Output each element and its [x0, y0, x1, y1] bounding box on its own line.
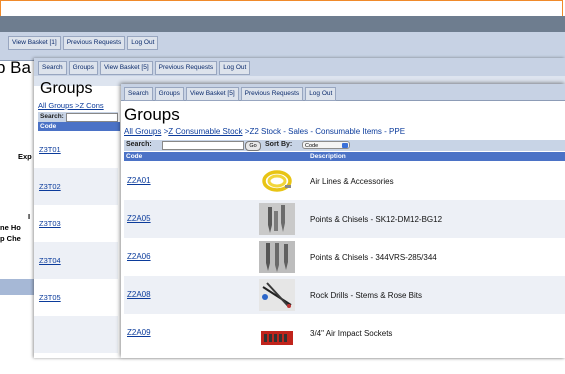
search-label: Search: — [126, 141, 152, 148]
table-row[interactable]: Z2A05 Points & Chisels - SK12-DM12-BG12 — [124, 200, 565, 238]
code-column-header: Code — [126, 153, 143, 160]
previous-requests-button[interactable]: Previous Requests — [240, 87, 304, 101]
breadcrumb: All Groups >Z Consumable Stock >Z2 Stock… — [124, 127, 405, 136]
table-row[interactable]: Z2A08 Rock Drills - Stems & Rose Bits — [124, 276, 565, 314]
middle-window-nav: Search Groups View Basket [5] Previous R… — [38, 61, 251, 75]
back-window-sidebar: Exp I ne Ho p Che — [0, 74, 34, 374]
list-item[interactable]: Z3T01 — [34, 131, 118, 168]
front-window-nav: Search Groups View Basket [5] Previous R… — [124, 87, 337, 101]
air-hose-icon — [259, 165, 295, 197]
socket-set-icon — [259, 317, 295, 349]
sidebar-text: I — [28, 212, 31, 221]
list-item[interactable]: Z3T05 — [34, 279, 118, 316]
product-code-link[interactable]: Z2A01 — [127, 176, 151, 185]
sort-by-value: Code — [305, 143, 319, 149]
view-basket-button[interactable]: View Basket [1] — [8, 36, 61, 50]
page-title: Groups — [40, 80, 93, 97]
sidebar-text: Exp — [18, 152, 32, 161]
previous-requests-button[interactable]: Previous Requests — [62, 36, 126, 50]
search-bar: Search: Go Sort By: Code — [124, 140, 565, 151]
groups-button[interactable]: Groups — [68, 61, 98, 75]
log-out-button[interactable]: Log Out — [127, 36, 159, 50]
product-code-link[interactable]: Z2A09 — [127, 328, 151, 337]
product-description: Rock Drills - Stems & Rose Bits — [310, 291, 423, 300]
sidebar-text: p Che — [0, 234, 21, 243]
product-description: Points & Chisels - SK12-DM12-BG12 — [310, 215, 443, 224]
group-code-link[interactable]: Z3T03 — [39, 219, 61, 228]
description-column-header: Description — [310, 153, 346, 160]
view-basket-button[interactable]: View Basket [5] — [99, 61, 153, 75]
product-description: Air Lines & Accessories — [310, 177, 394, 186]
back-window-nav: View Basket [1] Previous Requests Log Ou… — [8, 36, 159, 50]
group-code-link[interactable]: Z3T05 — [39, 293, 61, 302]
code-column-header: Code — [38, 122, 120, 131]
list-item[interactable]: Z3T03 — [34, 205, 118, 242]
groups-button[interactable]: Groups — [154, 87, 184, 101]
search-input[interactable] — [162, 141, 244, 150]
search-input[interactable] — [66, 113, 118, 122]
search-button[interactable]: Search — [38, 61, 67, 75]
sidebar-highlight — [0, 279, 34, 295]
go-button[interactable]: Go — [245, 141, 261, 151]
list-item[interactable]: Z3T04 — [34, 242, 118, 279]
front-window: Search Groups View Basket [5] Previous R… — [121, 84, 565, 358]
group-code-link[interactable]: Z3T04 — [39, 256, 61, 265]
chevron-down-icon — [342, 143, 348, 148]
product-code-link[interactable]: Z2A08 — [127, 290, 151, 299]
chisel-icon — [259, 203, 295, 235]
table-row[interactable]: Z2A01 Air Lines & Accessories — [124, 162, 565, 200]
previous-requests-button[interactable]: Previous Requests — [154, 61, 218, 75]
group-code-link[interactable]: Z3T01 — [39, 145, 61, 154]
log-out-button[interactable]: Log Out — [219, 61, 251, 75]
sort-by-label: Sort By: — [265, 141, 293, 148]
page-title: Groups — [124, 105, 180, 124]
view-basket-button[interactable]: View Basket [5] — [185, 87, 239, 101]
breadcrumb-z-consumable-stock[interactable]: Z Consumable Stock — [168, 127, 242, 136]
sidebar-text: ne Ho — [0, 223, 21, 232]
product-description: Points & Chisels - 344VRS-285/344 — [310, 253, 437, 262]
breadcrumb-current: Z2 Stock - Sales - Consumable Items - PP… — [249, 127, 406, 136]
sort-by-select[interactable]: Code — [302, 141, 350, 149]
product-code-link[interactable]: Z2A06 — [127, 252, 151, 261]
drill-bits-icon — [259, 279, 295, 311]
list-item[interactable] — [34, 316, 118, 353]
product-code-link[interactable]: Z2A05 — [127, 214, 151, 223]
table-row[interactable]: Z2A06 Points & Chisels - 344VRS-285/344 — [124, 238, 565, 276]
chisel-icon — [259, 241, 295, 273]
table-header: Code Description — [124, 152, 565, 161]
back-window-titlebar — [0, 16, 565, 32]
list-item[interactable]: Z3T02 — [34, 168, 118, 205]
table-row[interactable]: Z2A09 3/4" Air Impact Sockets — [124, 314, 565, 352]
breadcrumb[interactable]: All Groups >Z Cons — [38, 101, 104, 110]
search-button[interactable]: Search — [124, 87, 153, 101]
product-description: 3/4" Air Impact Sockets — [310, 329, 393, 338]
log-out-button[interactable]: Log Out — [305, 87, 337, 101]
breadcrumb-all-groups[interactable]: All Groups — [124, 127, 161, 136]
group-code-link[interactable]: Z3T02 — [39, 182, 61, 191]
